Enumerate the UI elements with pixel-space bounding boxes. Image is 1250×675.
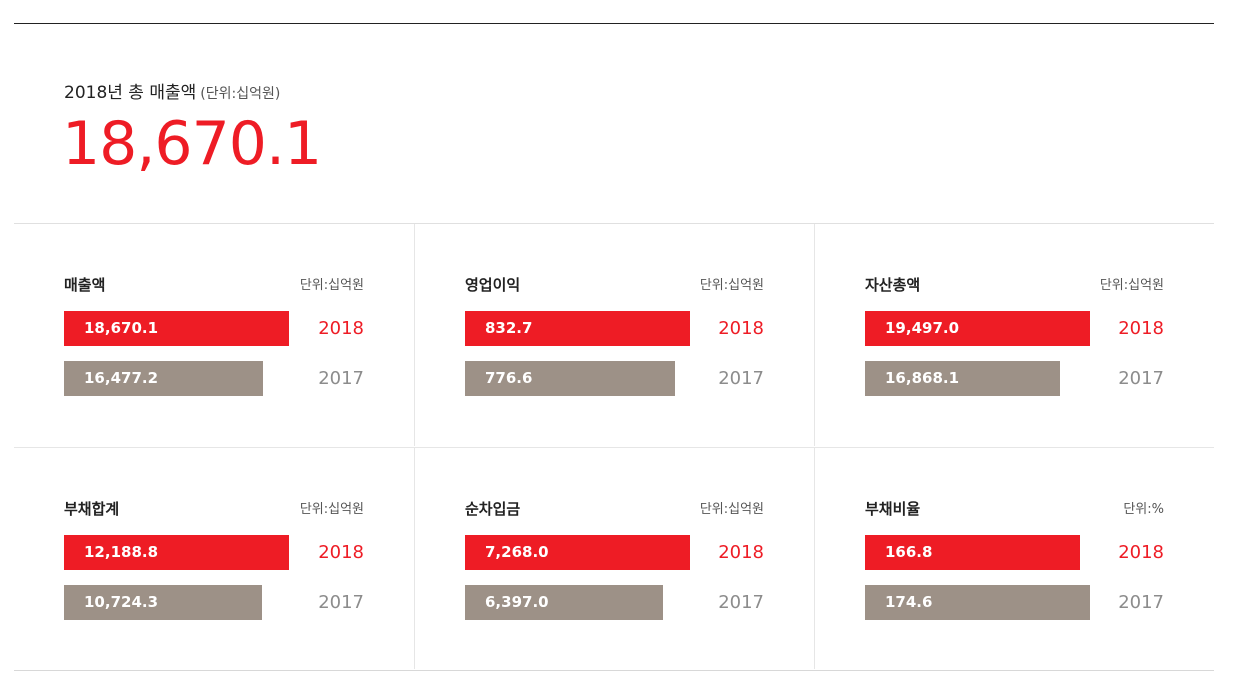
panel-title: 영업이익: [465, 276, 521, 294]
year-label-2017: 2017: [718, 368, 764, 389]
bar-2018: 832.7: [465, 311, 690, 346]
bar-2017: 174.6: [865, 585, 1090, 620]
bar-2017: 16,477.2: [64, 361, 263, 396]
year-label-2017: 2017: [318, 592, 364, 613]
bar-value-label: 18,670.1: [84, 319, 159, 337]
bar-2017: 10,724.3: [64, 585, 262, 620]
metric-panel: 매출액 단위:십억원 18,670.1 2018 16,477.2 2017: [14, 224, 414, 446]
bar-value-label: 6,397.0: [485, 593, 549, 611]
summary-heading: 2018년 총 매출액 (단위:십억원): [64, 78, 280, 103]
bar-2017: 16,868.1: [865, 361, 1060, 396]
summary-label: 2018년 총 매출액: [64, 83, 197, 103]
metrics-grid: 매출액 단위:십억원 18,670.1 2018 16,477.2 2017 영업이익 단위:…: [14, 223, 1214, 671]
metric-panel: 부채비율 단위:% 166.8 2018 174.6 2017: [814, 447, 1214, 669]
year-label-2017: 2017: [1118, 368, 1164, 389]
panel-unit: 단위:십억원: [1099, 278, 1164, 293]
year-label-2018: 2018: [318, 318, 364, 339]
panel-title: 순차입금: [465, 500, 521, 518]
year-label-2017: 2017: [1118, 592, 1164, 613]
panel-unit: 단위:십억원: [699, 278, 764, 293]
metric-panel: 영업이익 단위:십억원 832.7 2018 776.6 2017: [414, 224, 814, 446]
bar-value-label: 832.7: [485, 319, 533, 337]
year-label-2018: 2018: [318, 542, 364, 563]
bar-2018: 7,268.0: [465, 535, 690, 570]
panel-title: 자산총액: [865, 276, 921, 294]
bar-2018: 166.8: [865, 535, 1080, 570]
panel-title: 매출액: [64, 276, 106, 294]
bar-2018: 12,188.8: [64, 535, 289, 570]
bar-2018: 19,497.0: [865, 311, 1090, 346]
bar-2018: 18,670.1: [64, 311, 289, 346]
bar-value-label: 10,724.3: [84, 593, 159, 611]
panel-title: 부채비율: [865, 500, 921, 518]
metric-panel: 자산총액 단위:십억원 19,497.0 2018 16,868.1 2017: [814, 224, 1214, 446]
panel-unit: 단위:십억원: [299, 278, 364, 293]
top-divider: [14, 23, 1214, 24]
bar-value-label: 166.8: [885, 543, 933, 561]
metric-panel: 부채합계 단위:십억원 12,188.8 2018 10,724.3 2017: [14, 447, 414, 669]
financial-summary-page: 2018년 총 매출액 (단위:십억원) 18,670.1 매출액 단위:십억원 18…: [0, 0, 1250, 675]
bar-value-label: 776.6: [485, 369, 533, 387]
bar-value-label: 19,497.0: [885, 319, 960, 337]
metric-panel: 순차입금 단위:십억원 7,268.0 2018 6,397.0 2017: [414, 447, 814, 669]
panel-unit: 단위:십억원: [699, 502, 764, 517]
panel-unit: 단위:%: [1123, 502, 1164, 517]
year-label-2018: 2018: [718, 318, 764, 339]
bar-value-label: 16,868.1: [885, 369, 960, 387]
bar-value-label: 7,268.0: [485, 543, 549, 561]
year-label-2017: 2017: [318, 368, 364, 389]
bar-value-label: 12,188.8: [84, 543, 159, 561]
bar-2017: 6,397.0: [465, 585, 663, 620]
summary-unit: (단위:십억원): [200, 86, 281, 102]
bar-value-label: 174.6: [885, 593, 933, 611]
bar-2017: 776.6: [465, 361, 675, 396]
panel-title: 부채합계: [64, 500, 120, 518]
year-label-2017: 2017: [718, 592, 764, 613]
summary-total-value: 18,670.1: [62, 109, 322, 179]
year-label-2018: 2018: [1118, 542, 1164, 563]
year-label-2018: 2018: [718, 542, 764, 563]
panel-unit: 단위:십억원: [299, 502, 364, 517]
year-label-2018: 2018: [1118, 318, 1164, 339]
bar-value-label: 16,477.2: [84, 369, 159, 387]
